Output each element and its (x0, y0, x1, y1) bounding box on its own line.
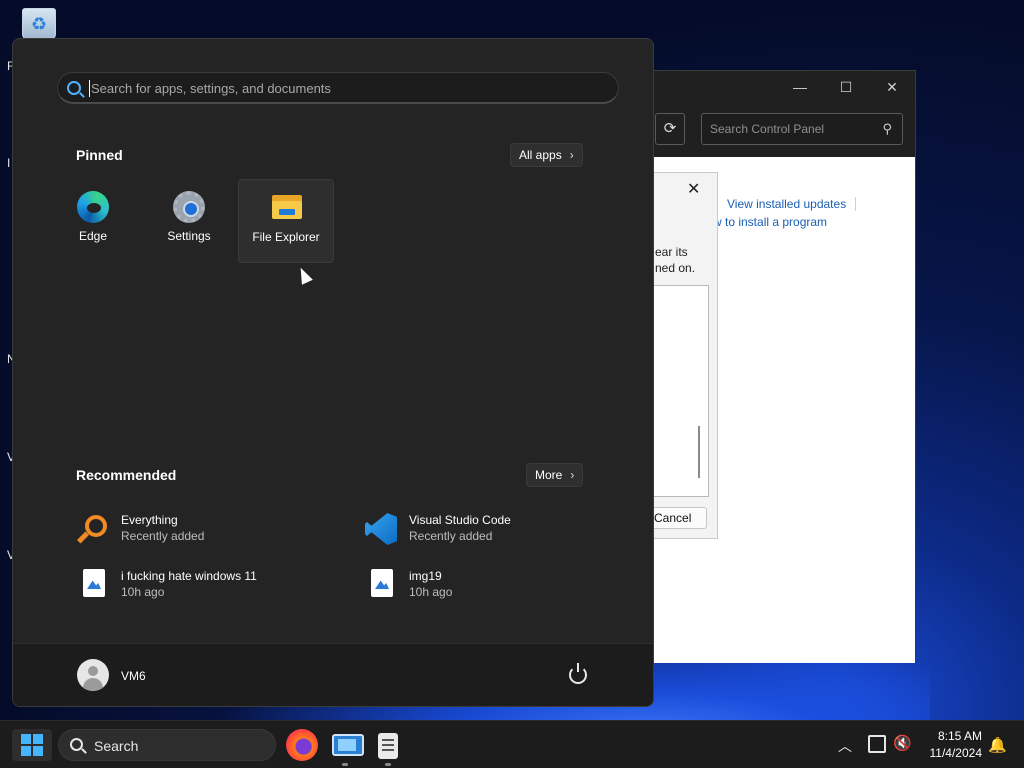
start-footer: VM6 (13, 643, 653, 706)
all-apps-button[interactable]: All apps › (510, 143, 583, 167)
power-icon[interactable] (569, 663, 587, 684)
remote-desktop-icon[interactable] (332, 734, 364, 756)
search-icon (67, 81, 81, 95)
dialog-close-button[interactable]: ✕ (687, 179, 700, 199)
start-button[interactable] (12, 729, 52, 761)
taskbar-search[interactable]: Search (58, 729, 276, 761)
pinned-app-label: File Explorer (252, 230, 320, 244)
windows-logo-icon (21, 734, 43, 756)
recommended-item-name: i fucking hate windows 11 (121, 569, 257, 583)
chevron-right-icon: › (569, 148, 574, 162)
avatar[interactable] (77, 659, 109, 691)
pinned-heading: Pinned (76, 147, 123, 163)
search-app-icon (76, 513, 109, 545)
recommended-item-name: Visual Studio Code (409, 513, 511, 527)
recommended-item-subtitle: 10h ago (409, 585, 453, 599)
more-button[interactable]: More › (526, 463, 584, 487)
vscode-icon (365, 513, 397, 545)
install-program-link[interactable]: w to install a program (713, 215, 827, 229)
dialog-text: ear its (655, 245, 688, 259)
running-indicator (342, 763, 348, 766)
recycle-bin-icon[interactable] (22, 8, 56, 40)
clock-date[interactable]: 11/4/2024 (920, 746, 983, 760)
more-label: More (535, 468, 563, 482)
pinned-app-edge[interactable]: Edge (45, 179, 141, 263)
start-search-input[interactable]: Search for apps, settings, and documents (57, 72, 619, 104)
image-file-icon (365, 569, 397, 601)
link-separator (855, 197, 856, 211)
folder-icon (271, 192, 303, 224)
pinned-app-label: Settings (167, 229, 211, 243)
view-installed-updates-link[interactable]: View installed updates (727, 197, 846, 211)
clock-time[interactable]: 8:15 AM (926, 729, 982, 743)
mouse-cursor-icon (295, 265, 313, 285)
refresh-button[interactable]: ⟳ (655, 113, 685, 145)
all-apps-label: All apps (519, 148, 562, 162)
taskbar-search-label: Search (94, 738, 139, 754)
chevron-up-icon[interactable]: ︿ (838, 736, 852, 756)
recommended-item-name: img19 (409, 569, 442, 583)
taskbar: Search ︿ 🔇 8:15 AM 11/4/2024 🔔 (0, 720, 1024, 768)
notepad-icon[interactable] (378, 733, 398, 759)
maximize-button[interactable]: ☐ (831, 77, 861, 97)
pinned-app-settings[interactable]: Settings (141, 179, 237, 263)
minimize-button[interactable]: — (785, 77, 815, 97)
network-icon[interactable] (868, 735, 886, 753)
search-icon[interactable]: ⚲ (882, 121, 892, 137)
recommended-item[interactable]: Visual Studio Code Recently added (365, 511, 605, 551)
scrollbar[interactable] (698, 426, 700, 478)
recommended-item-subtitle: Recently added (409, 529, 493, 543)
text-caret (89, 80, 90, 97)
chevron-right-icon: › (570, 468, 575, 482)
volume-muted-icon[interactable]: 🔇 (893, 734, 912, 752)
recommended-item-name: Everything (121, 513, 178, 527)
control-panel-search-input[interactable]: Search Control Panel ⚲ (701, 113, 903, 145)
recommended-item-subtitle: Recently added (121, 529, 205, 543)
user-name[interactable]: VM6 (121, 669, 146, 683)
running-indicator (385, 763, 391, 766)
recommended-item-subtitle: 10h ago (121, 585, 165, 599)
dialog-text: ned on. (655, 261, 696, 275)
start-menu: Search for apps, settings, and documents… (12, 38, 654, 707)
desktop-label-fragment: I (7, 156, 11, 170)
search-placeholder: Search Control Panel (710, 122, 825, 136)
image-file-icon (77, 569, 109, 601)
notification-bell-icon[interactable]: 🔔 (988, 736, 1007, 754)
search-placeholder: Search for apps, settings, and documents (91, 81, 331, 96)
pinned-app-label: Edge (78, 229, 108, 243)
edge-icon (77, 191, 109, 223)
close-button[interactable]: ✕ (877, 77, 907, 97)
gear-icon (173, 191, 205, 223)
firefox-icon[interactable] (286, 729, 318, 761)
pinned-app-file-explorer[interactable]: File Explorer (238, 179, 334, 263)
recommended-item[interactable]: i fucking hate windows 11 10h ago (77, 567, 317, 607)
recommended-item[interactable]: Everything Recently added (76, 511, 317, 551)
recommended-heading: Recommended (76, 467, 177, 483)
search-icon (70, 738, 83, 751)
recommended-item[interactable]: img19 10h ago (365, 567, 605, 607)
